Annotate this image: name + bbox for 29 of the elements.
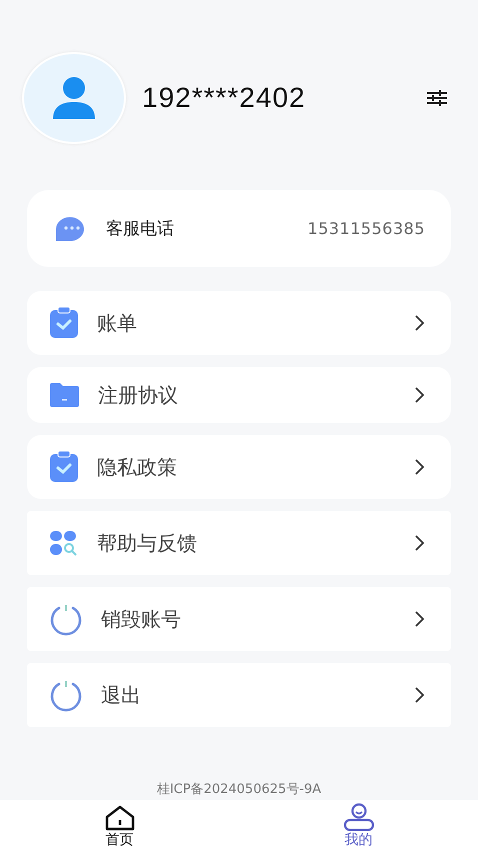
chevron-right-icon <box>415 315 425 331</box>
service-card[interactable]: 客服电话 15311556385 <box>27 190 451 267</box>
grid-search-icon <box>49 530 79 556</box>
chevron-right-icon <box>415 687 425 703</box>
tab[interactable]: 我的 <box>239 800 478 850</box>
tab[interactable]: 首页 <box>0 800 239 850</box>
clipboard-check-icon <box>49 307 79 339</box>
chevron-right-icon <box>415 387 425 403</box>
menu-item[interactable]: 注册协议 <box>27 367 451 423</box>
power-icon <box>49 678 83 712</box>
chevron-right-icon <box>415 611 425 627</box>
chevron-right-icon <box>415 459 425 475</box>
home-icon <box>104 805 134 831</box>
folder-icon <box>49 382 80 408</box>
menu-item[interactable]: 退出 <box>27 663 451 727</box>
menu-item[interactable]: 隐私政策 <box>27 435 451 499</box>
phone-number: 192****2402 <box>142 82 307 114</box>
chevron-right-icon <box>415 535 425 551</box>
clipboard-check-icon <box>49 451 79 483</box>
menu-item[interactable]: 帮助与反馈 <box>27 511 451 575</box>
service-number: 15311556385 <box>308 219 425 238</box>
menu-item[interactable]: 账单 <box>27 291 451 355</box>
service-label: 客服电话 <box>106 218 175 240</box>
icp-footer: 桂ICP备2024050625号-9A <box>156 780 322 798</box>
person-icon <box>342 803 376 831</box>
settings-icon[interactable] <box>426 89 448 107</box>
person-icon <box>51 75 97 121</box>
power-icon <box>49 602 83 636</box>
menu-item[interactable]: 销毁账号 <box>27 587 451 651</box>
